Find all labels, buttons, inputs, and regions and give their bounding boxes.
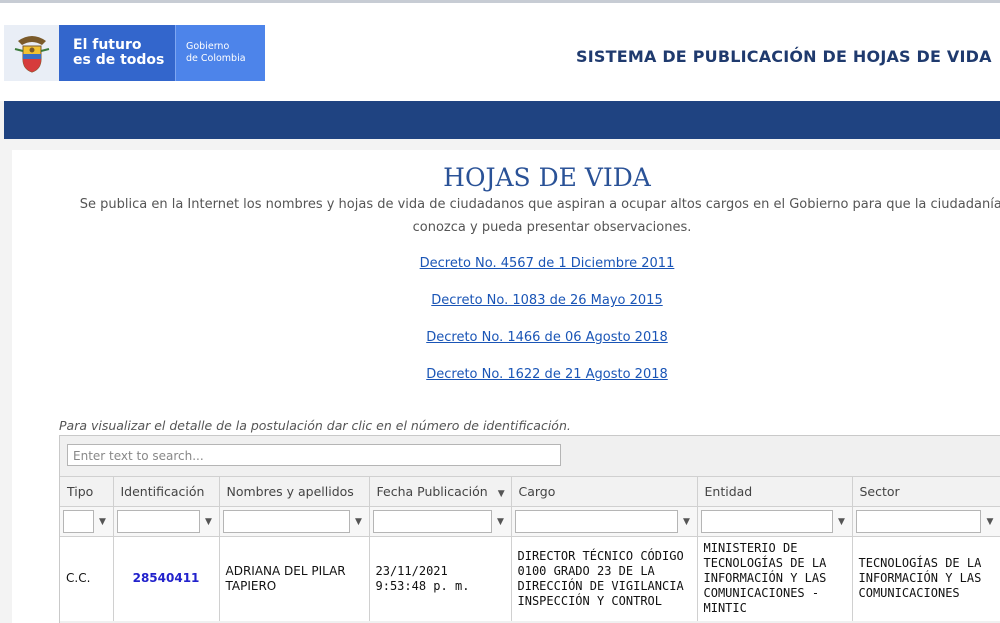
filter-row: ▼ ▼ ▼ ▼ ▼ ▼ ▼ [60, 506, 1000, 537]
decree-item: Decreto No. 1622 de 21 Agosto 2018 [12, 367, 1000, 382]
col-header-fecha-label: Fecha Publicación [376, 484, 488, 499]
cell-entidad: MINISTERIO DE TECNOLOGÍAS DE LA INFORMAC… [696, 536, 852, 621]
cell-nombre: ADRIANA DEL PILAR TAPIERO [218, 536, 369, 621]
filter-input-cargo[interactable] [514, 510, 678, 533]
filter-icon[interactable]: ▼ [680, 517, 694, 527]
filter-cell: ▼ [510, 506, 697, 537]
grid-hint: Para visualizar el detalle de la postula… [59, 418, 571, 433]
intro-line-2: conozca y pueda presentar observaciones. [412, 220, 692, 235]
decree-link-1622[interactable]: Decreto No. 1622 de 21 Agosto 2018 [426, 367, 668, 382]
decree-item: Decreto No. 4567 de 1 Diciembre 2011 [12, 256, 1000, 271]
cv-table: Tipo Identificación Nombres y apellidos … [60, 476, 1000, 621]
filter-cell: ▼ [851, 506, 1000, 537]
cell-identificacion: 28540411 [112, 536, 219, 621]
col-header-nombres[interactable]: Nombres y apellidos [218, 476, 369, 507]
gov-line-2: de Colombia [186, 53, 246, 64]
system-title: SISTEMA DE PUBLICACIÓN DE HOJAS DE VIDA [576, 47, 992, 66]
filter-input-identificacion[interactable] [116, 510, 200, 533]
filter-input-sector[interactable] [855, 510, 981, 533]
logo-text: El futuro es de todos [59, 25, 175, 81]
filter-icon[interactable]: ▼ [983, 517, 997, 527]
decree-item: Decreto No. 1083 de 26 Mayo 2015 [12, 293, 1000, 308]
decree-item: Decreto No. 1466 de 06 Agosto 2018 [12, 330, 1000, 345]
filter-icon[interactable]: ▼ [352, 517, 366, 527]
nav-bar [4, 101, 1000, 139]
intro-line-1: Se publica en la Internet los nombres y … [79, 197, 1000, 212]
decree-link-1466[interactable]: Decreto No. 1466 de 06 Agosto 2018 [426, 330, 668, 345]
identification-link[interactable]: 28540411 [120, 571, 213, 586]
header-row: Tipo Identificación Nombres y apellidos … [60, 476, 1000, 507]
cell-fecha: 23/11/2021 9:53:48 p. m. [368, 536, 511, 621]
filter-cell: ▼ [696, 506, 852, 537]
filter-icon[interactable]: ▼ [202, 517, 216, 527]
filter-cell: ▼ [60, 506, 113, 537]
decree-link-4567[interactable]: Decreto No. 4567 de 1 Diciembre 2011 [420, 256, 675, 271]
filter-cell: ▼ [112, 506, 219, 537]
filter-cell: ▼ [368, 506, 511, 537]
cell-sector: TECNOLOGÍAS DE LA INFORMACIÓN Y LAS COMU… [851, 536, 1000, 621]
header: El futuro es de todos Gobierno de Colomb… [0, 3, 1000, 101]
filter-input-nombres[interactable] [222, 510, 350, 533]
page-title: HOJAS DE VIDA [443, 163, 651, 192]
col-header-tipo[interactable]: Tipo [60, 476, 113, 507]
col-header-cargo[interactable]: Cargo [510, 476, 697, 507]
col-header-sector[interactable]: Sector [851, 476, 1000, 507]
cv-grid: Enter text to search... Tipo Identificac… [59, 435, 1000, 623]
coat-of-arms-icon [4, 25, 59, 81]
cell-tipo: C.C. [60, 536, 113, 621]
col-header-fecha[interactable]: Fecha Publicación ▼ [368, 476, 511, 507]
gov-line-1: Gobierno [186, 41, 230, 52]
filter-input-fecha[interactable] [372, 510, 492, 533]
government-logo[interactable]: El futuro es de todos Gobierno de Colomb… [4, 25, 265, 81]
cell-cargo: DIRECTOR TÉCNICO CÓDIGO 0100 GRADO 23 DE… [510, 536, 697, 621]
filter-input-entidad[interactable] [700, 510, 833, 533]
filter-cell: ▼ [218, 506, 369, 537]
filter-icon[interactable]: ▼ [96, 517, 110, 527]
table-row: C.C. 28540411 ADRIANA DEL PILAR TAPIERO … [60, 536, 1000, 621]
gov-text: Gobierno de Colombia [175, 25, 265, 81]
decree-link-1083[interactable]: Decreto No. 1083 de 26 Mayo 2015 [431, 293, 662, 308]
main-content: HOJAS DE VIDA Se publica en la Internet … [12, 150, 1000, 623]
filter-icon[interactable]: ▼ [494, 517, 508, 527]
sort-desc-icon: ▼ [497, 489, 505, 499]
grid-search-input[interactable]: Enter text to search... [67, 444, 561, 466]
logo-line-2: es de todos [73, 52, 165, 68]
filter-input-tipo[interactable] [63, 510, 94, 533]
filter-icon[interactable]: ▼ [835, 517, 849, 527]
col-header-entidad[interactable]: Entidad [696, 476, 852, 507]
logo-line-1: El futuro [73, 37, 142, 53]
intro-text: Se publica en la Internet los nombres y … [72, 193, 1000, 239]
col-header-identificacion[interactable]: Identificación [112, 476, 219, 507]
